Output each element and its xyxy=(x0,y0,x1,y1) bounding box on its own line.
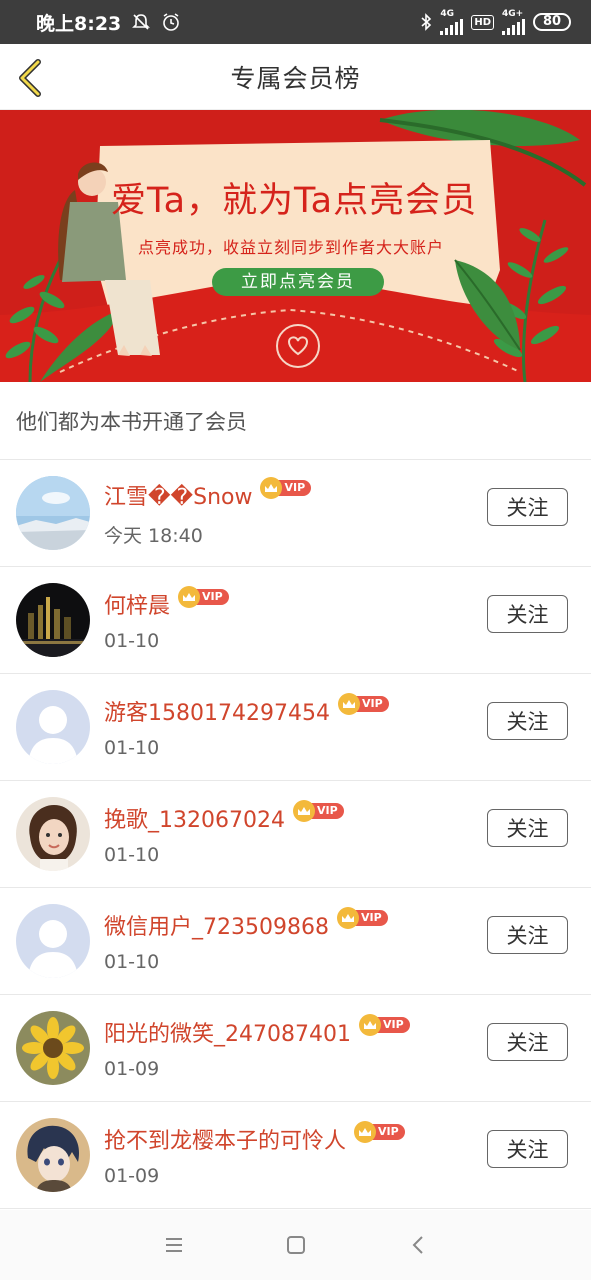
follow-button[interactable]: 关注 xyxy=(487,488,568,526)
default-avatar-icon xyxy=(16,690,90,764)
crown-icon xyxy=(358,1014,381,1036)
member-date: 01-10 xyxy=(104,844,160,866)
follow-button[interactable]: 关注 xyxy=(487,1023,568,1061)
list-item[interactable]: 微信用户_723509868 VIP 01-10 关注 xyxy=(0,888,591,995)
member-date: 01-10 xyxy=(104,630,160,652)
network-type-2: 4G+ xyxy=(502,8,524,19)
home-square-icon xyxy=(286,1236,305,1254)
page-header: 专属会员榜 xyxy=(0,44,591,110)
promo-banner[interactable] xyxy=(0,110,591,382)
follow-button[interactable]: 关注 xyxy=(487,809,568,847)
menu-nav-button[interactable] xyxy=(113,1236,235,1254)
vip-badge: VIP xyxy=(292,800,344,822)
avatar[interactable] xyxy=(16,1118,90,1192)
follow-button[interactable]: 关注 xyxy=(487,1130,568,1168)
anime-boy-image xyxy=(16,1118,90,1192)
member-name[interactable]: 挽歌_132067024 xyxy=(104,802,285,834)
avatar[interactable] xyxy=(16,583,90,657)
menu-icon xyxy=(165,1238,182,1252)
crown-icon xyxy=(337,693,360,715)
bluetooth-icon xyxy=(421,13,432,31)
battery-indicator: 80 xyxy=(533,13,571,31)
back-nav-button[interactable] xyxy=(357,1235,479,1255)
default-avatar-icon xyxy=(16,904,90,978)
notification-muted-icon xyxy=(132,14,151,30)
avatar[interactable] xyxy=(16,1011,90,1085)
follow-button[interactable]: 关注 xyxy=(487,595,568,633)
section-title: 他们都为本书开通了会员 xyxy=(0,382,591,460)
snow-landscape-image xyxy=(16,476,90,550)
girl-photo-image xyxy=(16,797,90,871)
crown-icon xyxy=(178,586,201,608)
list-item[interactable]: 挽歌_132067024 VIP 01-10 关注 xyxy=(0,781,591,888)
city-night-image xyxy=(16,583,90,657)
list-item[interactable]: 游客1580174297454 VIP 01-10 关注 xyxy=(0,674,591,781)
list-item[interactable]: 抢不到龙樱本子的可怜人 VIP 01-09 关注 xyxy=(0,1102,591,1209)
page-title: 专属会员榜 xyxy=(230,63,361,93)
member-name[interactable]: 何梓晨 xyxy=(104,588,170,620)
vip-badge: VIP xyxy=(260,476,312,499)
member-name[interactable]: 微信用户_723509868 xyxy=(104,909,329,941)
list-item[interactable]: 江雪��Snow VIP 今天 18:40 关注 xyxy=(0,460,591,567)
crown-icon xyxy=(260,476,283,499)
vip-badge: VIP xyxy=(336,907,388,929)
sunflower-image xyxy=(16,1011,90,1085)
follow-button[interactable]: 关注 xyxy=(487,702,568,740)
status-time: 晚上8:23 xyxy=(36,12,122,35)
crown-icon xyxy=(336,907,359,929)
signal-icon-2 xyxy=(502,18,525,35)
member-date: 01-10 xyxy=(104,737,160,759)
member-date: 01-09 xyxy=(104,1058,160,1080)
follow-button[interactable]: 关注 xyxy=(487,916,568,954)
member-date: 01-09 xyxy=(104,1165,160,1187)
member-name[interactable]: 阳光的微笑_247087401 xyxy=(104,1016,351,1048)
banner-cta-button[interactable]: 立即点亮会员 xyxy=(212,268,384,296)
back-chevron-icon xyxy=(412,1236,423,1254)
vip-badge: VIP xyxy=(337,693,389,715)
avatar[interactable] xyxy=(16,904,90,978)
alarm-icon xyxy=(163,13,180,31)
status-bar: 晚上8:23 4G HD 4G+ 80 xyxy=(0,0,591,44)
member-list: 江雪��Snow VIP 今天 18:40 关注 何梓晨 VIP 01-10 关… xyxy=(0,460,591,1209)
back-button[interactable] xyxy=(14,56,54,100)
network-type-1: 4G xyxy=(440,8,454,19)
avatar[interactable] xyxy=(16,690,90,764)
back-arrow-icon xyxy=(19,59,41,97)
vip-badge: VIP xyxy=(178,586,229,608)
hd-badge: HD xyxy=(471,14,494,30)
list-item[interactable]: 何梓晨 VIP 01-10 关注 xyxy=(0,567,591,674)
signal-icon xyxy=(440,18,464,35)
list-item[interactable]: 阳光的微笑_247087401 VIP 01-09 关注 xyxy=(0,995,591,1102)
member-name[interactable]: 游客1580174297454 xyxy=(104,695,330,727)
avatar[interactable] xyxy=(16,797,90,871)
avatar[interactable] xyxy=(16,476,90,550)
vip-badge: VIP xyxy=(354,1121,405,1143)
member-date: 01-10 xyxy=(104,951,160,973)
crown-icon xyxy=(354,1121,377,1143)
banner-illustration xyxy=(0,110,591,382)
member-name[interactable]: 抢不到龙樱本子的可怜人 xyxy=(104,1123,346,1155)
crown-icon xyxy=(292,800,315,822)
vip-badge: VIP xyxy=(358,1014,410,1036)
home-nav-button[interactable] xyxy=(235,1235,357,1255)
member-name[interactable]: 江雪��Snow xyxy=(104,479,252,511)
system-nav-bar xyxy=(0,1210,591,1280)
